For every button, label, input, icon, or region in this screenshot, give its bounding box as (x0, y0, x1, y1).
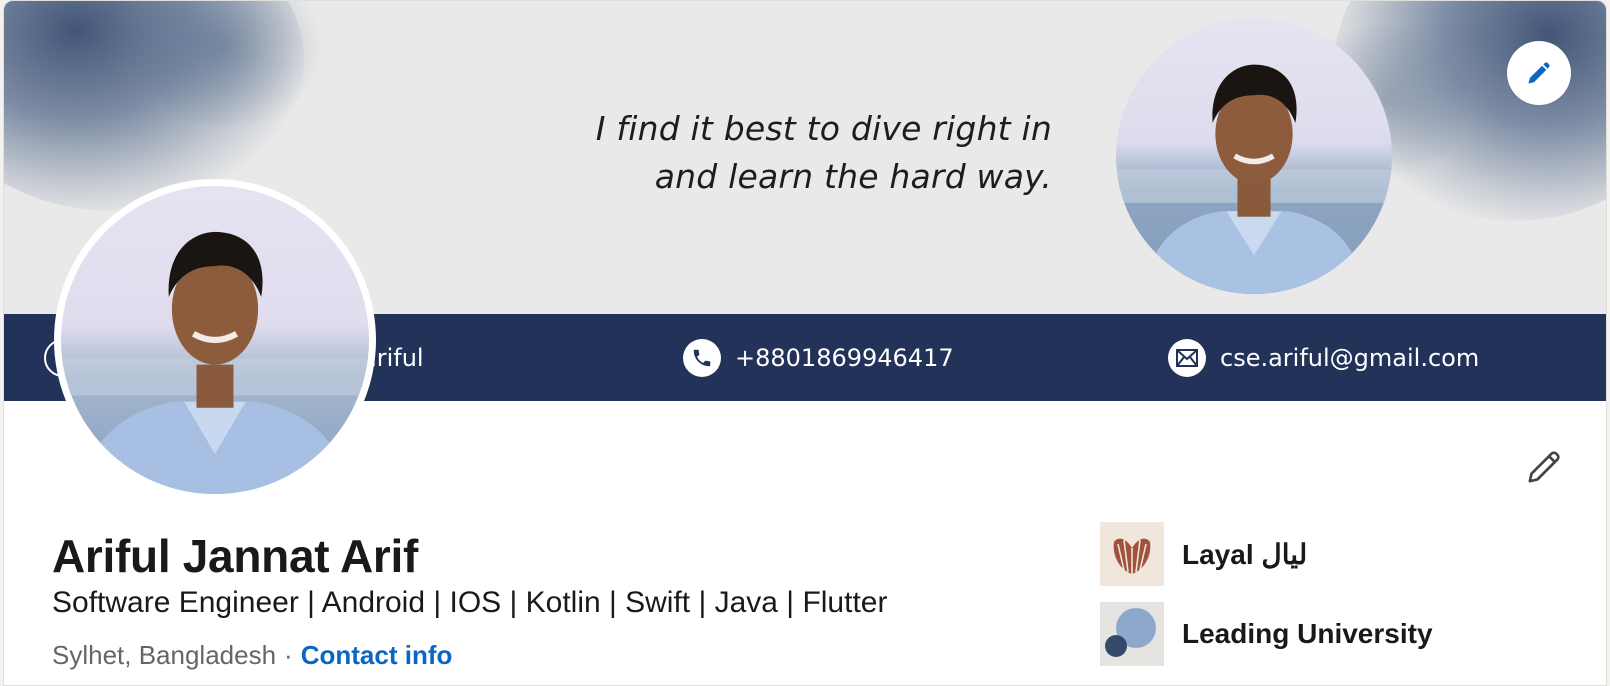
pencil-icon (1528, 62, 1550, 84)
organization-name: Layal ليال (1182, 538, 1308, 570)
edit-intro-button[interactable] (1520, 443, 1568, 491)
profile-name: Ariful Jannat Arif (52, 530, 419, 582)
separator-dot: · (284, 640, 293, 670)
pencil-icon (1528, 451, 1560, 483)
email-item: cse.ariful@gmail.com (1168, 314, 1479, 401)
circles-logo (1100, 602, 1164, 666)
banner-photo (1116, 18, 1392, 294)
phone-icon (683, 338, 721, 377)
quote-line-2: and learn the hard way. (654, 157, 1052, 196)
email-text: cse.ariful@gmail.com (1220, 343, 1480, 372)
profile-card: I find it best to dive right in and lear… (3, 0, 1607, 686)
avatar[interactable] (54, 179, 376, 501)
contact-info-link[interactable]: Contact info (301, 640, 453, 671)
banner-quote: I find it best to dive right in and lear… (504, 105, 1052, 201)
person-illustration (1116, 64, 1392, 294)
person-illustration (61, 231, 369, 494)
avatar-photo (61, 186, 369, 494)
organization-item-leading-university[interactable]: Leading University (1100, 602, 1433, 666)
location-row: Sylhet, Bangladesh · Contact info (52, 640, 452, 671)
quote-line-1: I find it best to dive right in (595, 109, 1052, 148)
organization-name: Leading University (1182, 618, 1433, 649)
profile-headline: Software Engineer | Android | IOS | Kotl… (52, 586, 888, 619)
phone-item: +8801869946417 (683, 314, 954, 401)
phone-text: +8801869946417 (735, 343, 954, 372)
shell-logo (1100, 522, 1164, 586)
location-text: Sylhet, Bangladesh (52, 640, 277, 670)
mail-icon (1168, 338, 1206, 377)
edit-cover-button[interactable] (1507, 41, 1571, 105)
organization-item-layal[interactable]: Layal ليال (1100, 522, 1307, 586)
